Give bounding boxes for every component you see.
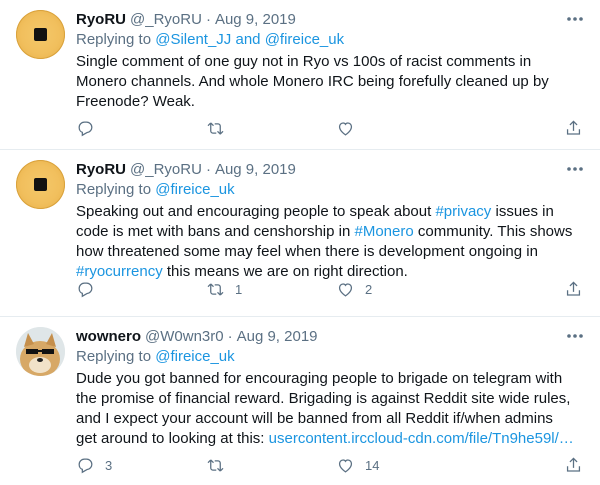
retweet-count: 1 [235,281,243,297]
external-link[interactable]: usercontent.irccloud-cdn.com/file/Tn9he5… [269,430,574,447]
like-button[interactable] [336,118,466,138]
tweet-date[interactable]: Aug 9, 2019 [237,327,318,347]
retweet-button[interactable] [206,455,336,475]
avatar[interactable] [16,10,65,59]
avatar[interactable] [16,160,65,209]
tweet-text: Speaking out and encouraging people to s… [76,203,573,280]
hashtag-link[interactable]: #Monero [355,223,414,240]
reply-button[interactable]: 3 [76,455,206,475]
author-name[interactable]: wownero [76,327,141,347]
replying-to: Replying to @fireice_uk [76,348,235,365]
mention-link[interactable]: @fireice_uk [155,348,234,365]
share-icon [566,280,581,296]
separator: · [205,11,211,28]
retweet-button[interactable] [206,118,336,138]
author-handle[interactable]: @W0wn3r0 [145,327,224,347]
author-name[interactable]: RyoRU [76,160,126,180]
mention-link[interactable]: @Silent_JJ [155,31,231,48]
like-icon [338,282,353,297]
replying-to: Replying to @fireice_uk [76,181,235,198]
doge-avatar-image [16,327,65,376]
retweet-icon [207,459,224,471]
tweet-text: Dude you got banned for encouraging peop… [76,370,574,447]
like-icon [338,458,353,473]
reply-button[interactable] [76,118,206,138]
mention-link[interactable]: @fireice_uk [265,31,344,48]
retweet-button[interactable]: 1 [206,279,336,299]
more-icon[interactable] [566,162,584,176]
like-button[interactable]: 14 [336,455,466,475]
author-handle[interactable]: @_RyoRU [130,160,202,180]
reply-icon [78,458,93,473]
reply-icon [78,282,93,297]
reply-count: 3 [105,457,113,473]
like-count: 14 [365,457,380,473]
author-name[interactable]: RyoRU [76,10,126,30]
separator: · [227,328,233,345]
retweet-icon [207,283,224,295]
replying-to: Replying to @Silent_JJ and @fireice_uk [76,31,345,48]
share-icon [566,456,581,472]
retweet-icon [207,122,224,134]
share-button[interactable] [564,455,584,475]
author-handle[interactable]: @_RyoRU [130,10,202,30]
tweet-date[interactable]: Aug 9, 2019 [215,160,296,180]
share-icon [566,119,581,135]
hashtag-link[interactable]: #privacy [435,203,491,220]
more-icon[interactable] [566,329,584,343]
reply-button[interactable] [76,279,206,299]
tweet[interactable]: wownero @W0wn3r0 · Aug 9, 2019 Replying … [0,317,600,485]
reply-icon [78,121,93,136]
tweet-thread: RyoRU @_RyoRU · Aug 9, 2019 Replying to … [0,0,600,485]
tweet-actions: 3 14 [76,455,584,475]
tweet-date[interactable]: Aug 9, 2019 [215,10,296,30]
mention-link[interactable]: @fireice_uk [155,181,234,198]
like-count: 2 [365,281,373,297]
share-button[interactable] [564,118,584,138]
hashtag-link[interactable]: #ryocurrency [76,263,163,280]
tweet-actions: 1 2 [76,279,584,299]
tweet[interactable]: RyoRU @_RyoRU · Aug 9, 2019 Replying to … [0,0,600,150]
mention-and: and [235,31,261,48]
like-button[interactable]: 2 [336,279,466,299]
separator: · [205,161,211,178]
tweet[interactable]: RyoRU @_RyoRU · Aug 9, 2019 Replying to … [0,150,600,317]
like-icon [338,121,353,136]
more-icon[interactable] [566,12,584,26]
tweet-text: Single comment of one guy not in Ryo vs … [76,53,549,110]
tweet-actions [76,118,584,138]
share-button[interactable] [564,279,584,299]
avatar[interactable] [16,327,65,376]
